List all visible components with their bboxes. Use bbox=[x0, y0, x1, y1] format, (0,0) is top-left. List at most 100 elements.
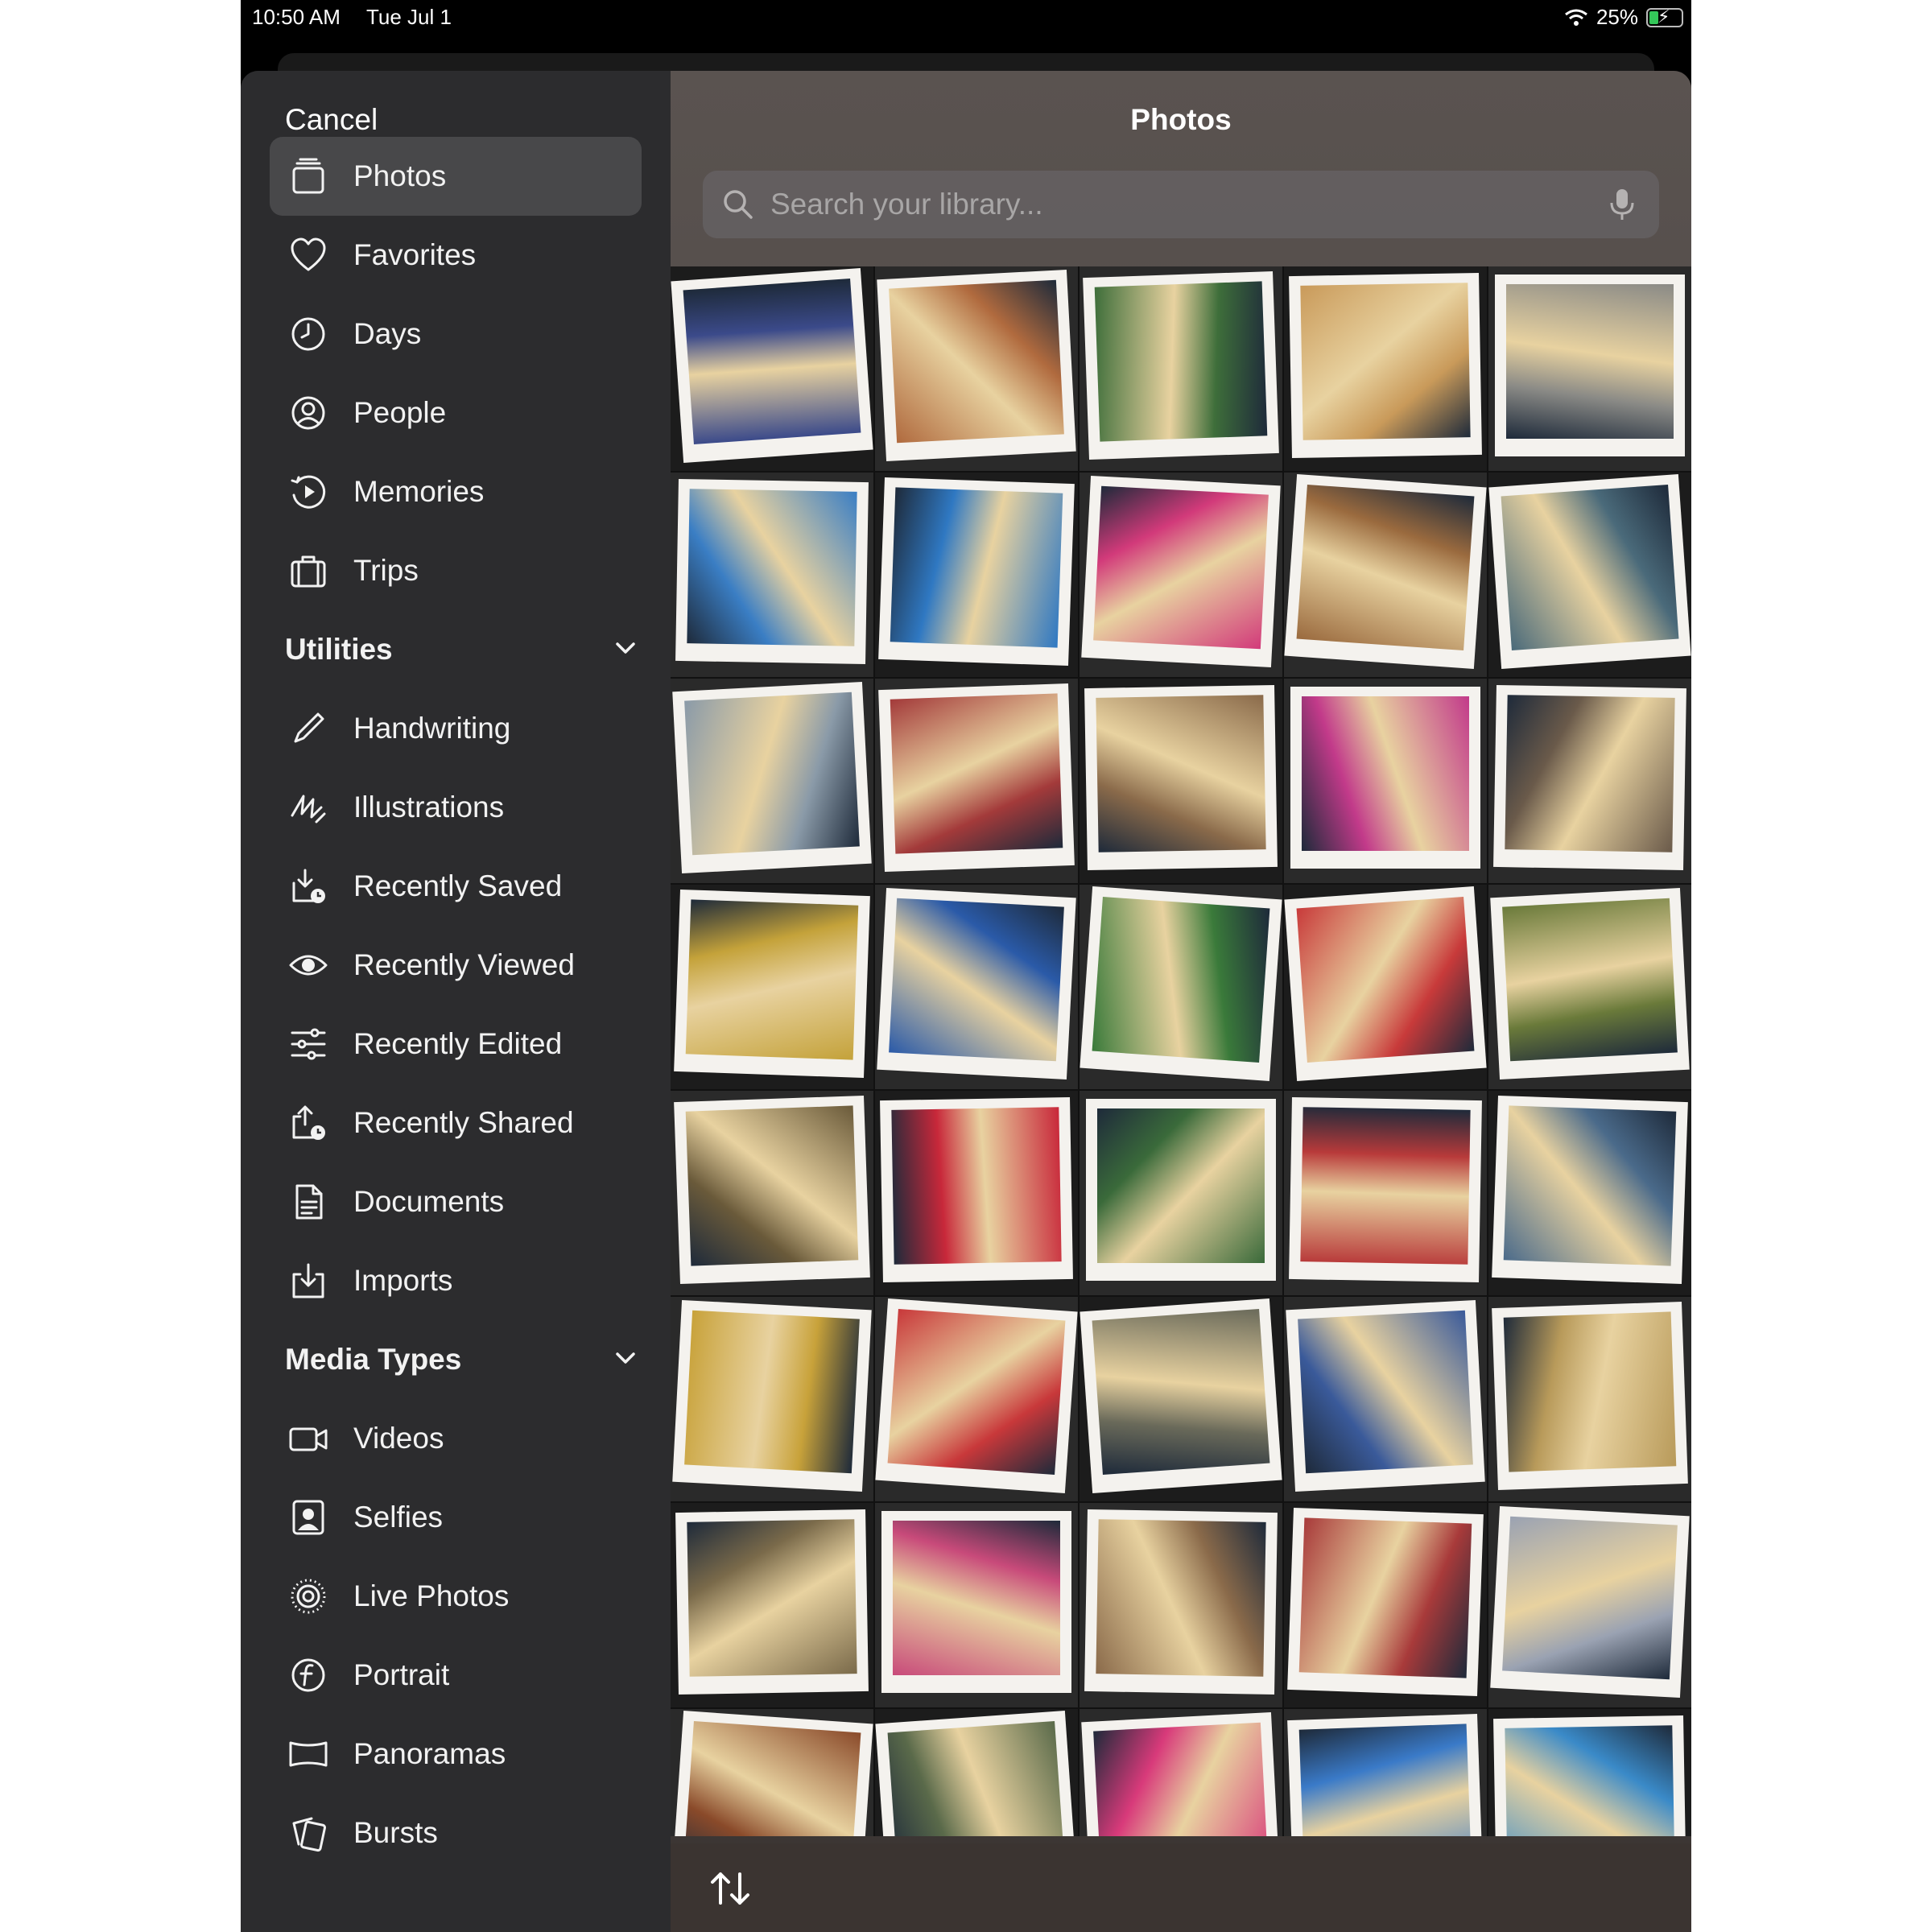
battery-fill bbox=[1649, 10, 1658, 24]
photo-thumbnail[interactable] bbox=[671, 1503, 873, 1707]
photo-thumbnail[interactable] bbox=[671, 1297, 873, 1501]
photo-image bbox=[683, 1720, 861, 1836]
sidebar-item-portrait[interactable]: Portrait bbox=[270, 1636, 642, 1715]
photo-thumbnail[interactable] bbox=[671, 1709, 873, 1836]
photo-thumbnail[interactable] bbox=[1080, 266, 1282, 471]
photo-thumbnail[interactable] bbox=[1488, 679, 1691, 883]
photo-image bbox=[1503, 1105, 1677, 1266]
wifi-icon bbox=[1565, 9, 1587, 26]
sidebar-item-people[interactable]: People bbox=[270, 374, 642, 452]
photo-thumbnail[interactable] bbox=[875, 1297, 1078, 1501]
photo-thumbnail[interactable] bbox=[1080, 1091, 1282, 1295]
photo-image bbox=[684, 691, 860, 856]
search-input[interactable] bbox=[770, 188, 1606, 221]
portrait-f-icon bbox=[286, 1653, 331, 1698]
photo-image bbox=[1096, 695, 1266, 852]
photo-image bbox=[685, 899, 859, 1060]
photo-thumbnail[interactable] bbox=[1284, 885, 1487, 1089]
sidebar-item-label: Selfies bbox=[353, 1501, 444, 1534]
photo-thumbnail[interactable] bbox=[1080, 885, 1282, 1089]
bottom-toolbar bbox=[671, 1843, 1691, 1932]
sidebar-item-days[interactable]: Days bbox=[270, 295, 642, 374]
photo-thumbnail[interactable] bbox=[875, 1503, 1078, 1707]
sidebar-item-favorites[interactable]: Favorites bbox=[270, 216, 642, 295]
status-date: Tue Jul 1 bbox=[366, 5, 452, 29]
photo-thumbnail[interactable] bbox=[1488, 473, 1691, 677]
sidebar-item-bursts[interactable]: Bursts bbox=[270, 1794, 642, 1872]
photo-image bbox=[1300, 283, 1471, 440]
sidebar-item-videos[interactable]: Videos bbox=[270, 1399, 642, 1478]
photo-image bbox=[1506, 284, 1674, 439]
sort-arrows-icon[interactable] bbox=[706, 1864, 754, 1913]
photo-thumbnail[interactable] bbox=[1488, 1297, 1691, 1501]
sidebar-item-recently-shared[interactable]: Recently Shared bbox=[270, 1084, 642, 1162]
sidebar-item-trips[interactable]: Trips bbox=[270, 531, 642, 610]
sidebar-item-recently-saved[interactable]: Recently Saved bbox=[270, 847, 642, 926]
sidebar-item-documents[interactable]: Documents bbox=[270, 1162, 642, 1241]
photo-image bbox=[1298, 1517, 1472, 1678]
sidebar-item-label: Favorites bbox=[353, 238, 477, 271]
photo-thumbnail[interactable] bbox=[875, 266, 1078, 471]
photo-thumbnail[interactable] bbox=[1080, 473, 1282, 677]
photo-thumbnail[interactable] bbox=[671, 679, 873, 883]
microphone-icon[interactable] bbox=[1606, 187, 1638, 222]
sidebar-item-label: Photos bbox=[353, 159, 447, 192]
photo-thumbnail[interactable] bbox=[1284, 1503, 1487, 1707]
document-icon bbox=[286, 1179, 331, 1224]
photo-thumbnail[interactable] bbox=[1080, 679, 1282, 883]
photo-image bbox=[1298, 1310, 1473, 1474]
sidebar-item-recently-viewed[interactable]: Recently Viewed bbox=[270, 926, 642, 1005]
photo-thumbnail[interactable] bbox=[671, 266, 873, 471]
photo-thumbnail[interactable] bbox=[1488, 1709, 1691, 1836]
photo-grid bbox=[671, 266, 1691, 1836]
photo-thumbnail[interactable] bbox=[875, 885, 1078, 1089]
photo-thumbnail[interactable] bbox=[1080, 1709, 1282, 1836]
photo-thumbnail[interactable] bbox=[1488, 1091, 1691, 1295]
photo-thumbnail[interactable] bbox=[1284, 679, 1487, 883]
photo-thumbnail[interactable] bbox=[875, 473, 1078, 677]
utilities-section-header[interactable]: Utilities bbox=[285, 610, 639, 689]
photo-thumbnail[interactable] bbox=[671, 1091, 873, 1295]
photo-thumbnail[interactable] bbox=[671, 473, 873, 677]
sidebar-item-label: Trips bbox=[353, 554, 419, 587]
sidebar-item-selfies[interactable]: Selfies bbox=[270, 1478, 642, 1557]
sidebar-item-recently-edited[interactable]: Recently Edited bbox=[270, 1005, 642, 1084]
photo-image bbox=[1094, 281, 1268, 442]
photo-thumbnail[interactable] bbox=[1488, 266, 1691, 471]
suitcase-icon bbox=[286, 548, 331, 593]
cancel-button[interactable]: Cancel bbox=[285, 103, 378, 137]
photo-image bbox=[893, 1521, 1060, 1675]
photo-thumbnail[interactable] bbox=[1284, 266, 1487, 471]
photo-thumbnail[interactable] bbox=[1284, 473, 1487, 677]
photo-image bbox=[1502, 898, 1678, 1062]
photo-thumbnail[interactable] bbox=[671, 885, 873, 1089]
photo-thumbnail[interactable] bbox=[1284, 1297, 1487, 1501]
sidebar-item-label: Memories bbox=[353, 475, 485, 508]
photo-thumbnail[interactable] bbox=[875, 679, 1078, 883]
sidebar-item-imports[interactable]: Imports bbox=[270, 1241, 642, 1320]
photo-image bbox=[1505, 1725, 1675, 1836]
photo-thumbnail[interactable] bbox=[1488, 885, 1691, 1089]
photo-thumbnail[interactable] bbox=[875, 1091, 1078, 1295]
sidebar-item-live-photos[interactable]: Live Photos bbox=[270, 1557, 642, 1636]
sidebar-item-label: Illustrations bbox=[353, 791, 505, 824]
photo-image bbox=[1302, 696, 1469, 851]
photo-thumbnail[interactable] bbox=[1284, 1709, 1487, 1836]
photo-thumbnail[interactable] bbox=[875, 1709, 1078, 1836]
photo-thumbnail[interactable] bbox=[1080, 1503, 1282, 1707]
sidebar-item-panoramas[interactable]: Panoramas bbox=[270, 1715, 642, 1794]
sidebar-item-handwriting[interactable]: Handwriting bbox=[270, 689, 642, 768]
photo-thumbnail[interactable] bbox=[1080, 1297, 1282, 1501]
battery-percent: 25% bbox=[1596, 5, 1638, 29]
photo-image bbox=[1503, 1311, 1677, 1472]
photo-thumbnail[interactable] bbox=[1488, 1503, 1691, 1707]
sidebar-item-memories[interactable]: Memories bbox=[270, 452, 642, 531]
search-bar[interactable] bbox=[703, 171, 1659, 238]
sidebar-item-photos[interactable]: Photos bbox=[270, 137, 642, 216]
media-types-section-header[interactable]: Media Types bbox=[285, 1320, 639, 1399]
chevron-down-icon bbox=[612, 1344, 639, 1376]
section-title: Utilities bbox=[285, 633, 393, 666]
photo-thumbnail[interactable] bbox=[1284, 1091, 1487, 1295]
sidebar-item-illustrations[interactable]: Illustrations bbox=[270, 768, 642, 847]
photo-image bbox=[683, 278, 861, 445]
